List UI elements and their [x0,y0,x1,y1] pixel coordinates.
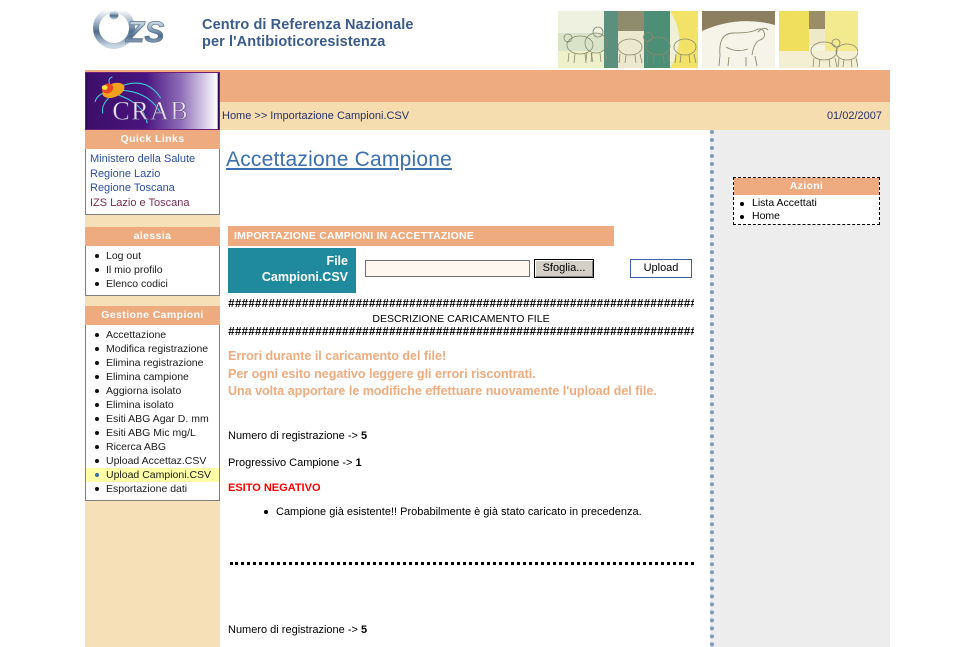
upload-form: File Campioni.CSV Sfoglia... Upload [228,248,698,293]
sidebar-item-elimina-registrazione[interactable]: Elimina registrazione [86,356,219,370]
status-badge-esito-negativo: ESITO NEGATIVO [228,482,321,494]
user-block: alessia Log out Il mio profilo Elenco co… [85,227,220,296]
header-image-strip [558,11,858,68]
sidebar-item-esiti-abg-agar[interactable]: Esiti ABG Agar D. mm [86,412,219,426]
azioni-panel: Azioni Lista Accettati Home [733,177,880,225]
user-block-title: alessia [85,227,220,246]
error-banner: Errori durante il caricamento del file! … [228,349,657,398]
record2-num-registrazione-value: 5 [360,624,368,636]
gestione-title: Gestione Campioni [85,306,220,325]
sidebar-item-upload-accettaz[interactable]: Upload Accettaz.CSV [86,454,219,468]
sidebar-item-profilo[interactable]: Il mio profilo [86,263,219,277]
left-sidebar: Quick Links Ministero della Salute Regio… [85,130,220,647]
sidebar-item-ricerca-abg[interactable]: Ricerca ABG [86,440,219,454]
site-title: Centro di Referenza Nazionale per l'Anti… [202,17,414,51]
record-num-registrazione-label: Numero di registrazione -> [228,430,358,442]
browse-button[interactable]: Sfoglia... [534,259,594,278]
sidebar-item-aggiorna-isolato[interactable]: Aggiorna isolato [86,384,219,398]
azioni-item-lista-accettati[interactable]: Lista Accettati [734,197,879,210]
sidebar-item-esiti-abg-mic[interactable]: Esiti ABG Mic mg/L [86,426,219,440]
hash-rule-top: ########################################… [228,298,694,311]
file-field-label-line2: Campioni.CSV [261,270,348,284]
sidebar-item-elimina-campione[interactable]: Elimina campione [86,370,219,384]
current-date: 01/02/2007 [826,110,882,122]
quick-link-izs[interactable]: IZS Lazio e Toscana [86,196,219,211]
file-path-input[interactable] [365,260,530,277]
site-title-line1: Centro di Referenza Nazionale [202,17,414,33]
gestione-menu: Accettazione Modifica registrazione Elim… [86,328,219,496]
record-progressivo: Progressivo Campione -> 1 [228,457,362,469]
sidebar-item-upload-campioni[interactable]: Upload Campioni.CSV [86,468,219,482]
quick-links-body: Ministero della Salute Regione Lazio Reg… [85,149,220,215]
record-progressivo-label: Progressivo Campione -> [228,457,353,469]
error-list: Campione già esistente!! Probabilmente è… [228,505,698,519]
gestione-block: Gestione Campioni Accettazione Modifica … [85,306,220,501]
section-header: IMPORTAZIONE CAMPIONI IN ACCETTAZIONE [228,226,614,246]
sidebar-item-accettazione[interactable]: Accettazione [86,328,219,342]
record2-num-registrazione-label: Numero di registrazione -> [228,624,358,636]
header-image-sheep-1 [558,11,698,68]
file-field-label-line1: File [326,254,348,268]
user-menu: Log out Il mio profilo Elenco codici [86,249,219,291]
list-item: Campione già esistente!! Probabilmente è… [228,505,698,519]
record-num-registrazione: Numero di registrazione -> 5 [228,430,367,442]
quick-links-title: Quick Links [85,130,220,149]
top-header: ZS Centro di Referenza Nazionale per l'A… [0,0,978,70]
site-title-line2: per l'Antibioticoresistenza [202,34,386,50]
sidebar-item-elimina-isolato[interactable]: Elimina isolato [86,398,219,412]
record-progressivo-value: 1 [355,457,362,469]
description-title: DESCRIZIONE CARICAMENTO FILE [372,313,550,325]
quick-link-ministero[interactable]: Ministero della Salute [86,152,219,167]
page-root: ZS Centro di Referenza Nazionale per l'A… [0,0,978,647]
file-field-label: File Campioni.CSV [228,248,356,293]
header-image-sheep-3 [779,11,858,68]
quick-link-regione-toscana[interactable]: Regione Toscana [86,181,219,196]
sidebar-item-modifica-registrazione[interactable]: Modifica registrazione [86,342,219,356]
quick-link-regione-lazio[interactable]: Regione Lazio [86,167,219,182]
svg-text:ZS: ZS [125,16,164,49]
hash-rule-bottom: ########################################… [228,326,694,339]
azioni-menu: Lista Accettati Home [734,195,879,223]
quick-links-block: Quick Links Ministero della Salute Regio… [85,130,220,215]
izs-logo-icon: ZS [92,7,192,56]
page-title: Accettazione Campione [226,148,452,171]
header-image-cow-2 [702,11,775,68]
azioni-title: Azioni [734,178,879,195]
sidebar-item-elenco-codici[interactable]: Elenco codici [86,277,219,291]
sidebar-item-logout[interactable]: Log out [86,249,219,263]
record-separator-1 [230,562,694,565]
user-block-body: Log out Il mio profilo Elenco codici [85,246,220,296]
main-content: Accettazione Campione IMPORTAZIONE CAMPI… [220,130,710,647]
gestione-body: Accettazione Modifica registrazione Elim… [85,325,220,501]
record-num-registrazione-value: 5 [360,430,368,442]
upload-button[interactable]: Upload [630,259,692,278]
sidebar-item-esportazione-dati[interactable]: Esportazione dati [86,482,219,496]
record2-num-registrazione: Numero di registrazione -> 5 [228,624,367,636]
azioni-item-home[interactable]: Home [734,210,879,223]
